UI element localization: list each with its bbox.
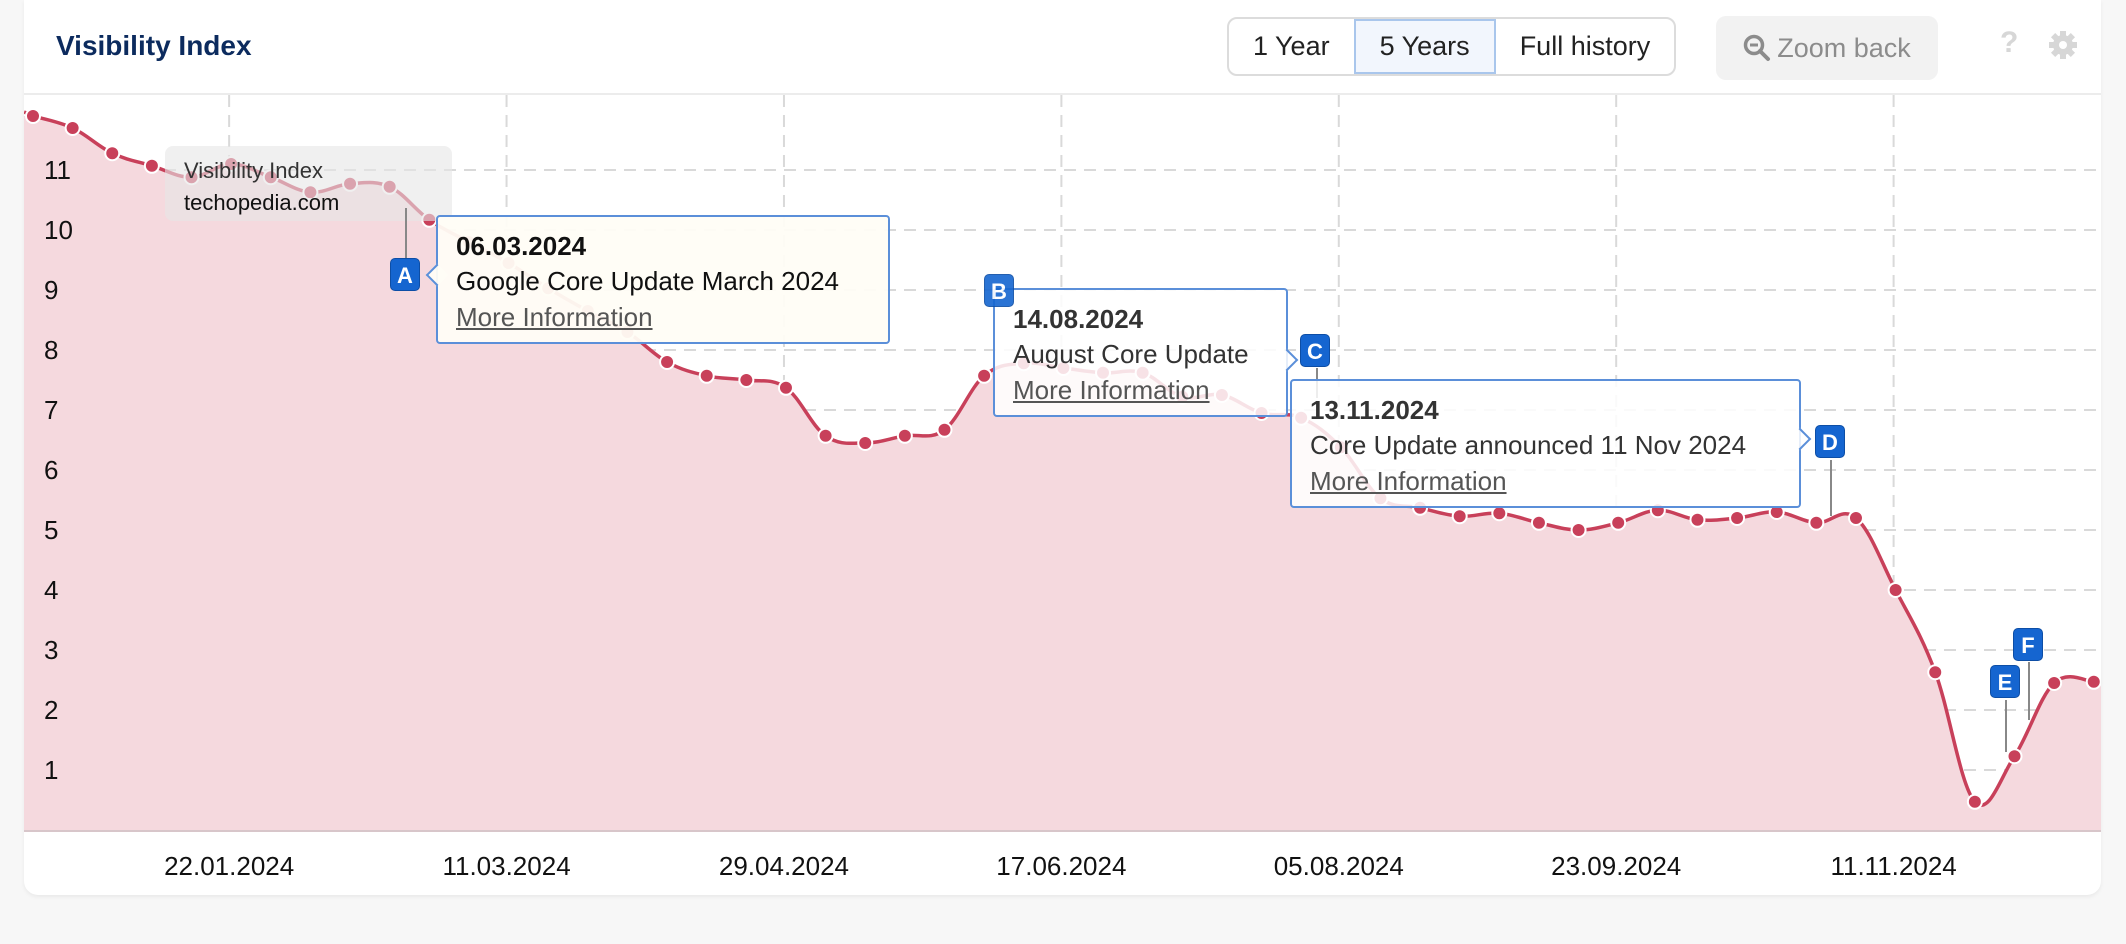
data-point[interactable] (2006, 748, 2023, 765)
card-header: Visibility Index 1 Year 5 Years Full his… (24, 0, 2101, 95)
data-point[interactable] (25, 108, 41, 124)
more-information-link[interactable]: More Information (1310, 463, 1781, 499)
flag-f-line (2028, 662, 2030, 720)
zoom-out-icon (1743, 34, 1771, 61)
data-point[interactable] (1887, 582, 1904, 598)
y-tick-label: 6 (44, 455, 58, 485)
data-point[interactable] (1966, 793, 1983, 810)
event-flag-a[interactable]: A (390, 258, 420, 291)
data-point[interactable] (817, 427, 834, 444)
y-tick-label: 8 (44, 335, 58, 365)
y-tick-label: 3 (44, 635, 58, 665)
data-point[interactable] (936, 421, 953, 438)
question-icon[interactable]: ? (2000, 26, 2018, 60)
data-point[interactable] (1808, 514, 1825, 531)
data-point[interactable] (1729, 510, 1746, 526)
event-flag-c[interactable]: C (1300, 334, 1330, 367)
data-point[interactable] (857, 435, 874, 451)
data-point[interactable] (1570, 522, 1587, 538)
data-point[interactable] (1847, 510, 1864, 526)
zoom-back-label: Zoom back (1777, 32, 1911, 63)
y-tick-label: 7 (44, 395, 58, 425)
event-flag-f[interactable]: F (2013, 628, 2043, 661)
x-axis-ticks: 22.01.2024 11.03.2024 29.04.2024 17.06.2024… (164, 851, 1957, 881)
data-point[interactable] (104, 145, 121, 162)
visibility-index-card: Visibility Index 1 Year 5 Years Full his… (24, 0, 2101, 895)
range-full-history-button[interactable]: Full history (1496, 19, 1675, 74)
y-tick-label: 10 (44, 215, 73, 245)
event-flag-d[interactable]: D (1815, 425, 1845, 458)
x-tick-label: 11.03.2024 (442, 851, 570, 881)
y-tick-label: 2 (44, 695, 58, 725)
y-tick-label: 4 (44, 575, 58, 605)
event-name: Core Update announced 11 Nov 2024 (1310, 430, 1747, 460)
data-point[interactable] (143, 157, 160, 174)
data-point[interactable] (698, 367, 715, 384)
data-point[interactable] (777, 379, 794, 396)
gear-icon[interactable] (2048, 30, 2078, 60)
x-tick-label: 05.08.2024 (1274, 851, 1404, 881)
data-point[interactable] (2085, 673, 2101, 690)
legend-series-label: Visibility Index (184, 158, 323, 183)
y-tick-label: 11 (44, 155, 71, 185)
data-point[interactable] (64, 120, 81, 136)
x-tick-label: 29.04.2024 (719, 851, 849, 881)
event-name: August Core Update (1013, 339, 1249, 369)
data-point[interactable] (738, 372, 755, 388)
legend-domain: techopedia.com (184, 190, 340, 215)
event-date: 13.11.2024 (1310, 395, 1439, 425)
flag-a-line (405, 208, 407, 258)
event-tooltip-a: 06.03.2024 Google Core Update March 2024… (425, 215, 890, 344)
data-point[interactable] (1491, 505, 1508, 522)
range-5-years-button[interactable]: 5 Years (1353, 19, 1496, 74)
x-tick-label: 17.06.2024 (996, 851, 1126, 881)
more-information-link[interactable]: More Information (1013, 372, 1268, 408)
data-point[interactable] (896, 427, 913, 444)
event-flag-e[interactable]: E (1990, 665, 2020, 698)
series-legend: Visibility Index techopedia.com (165, 146, 452, 221)
event-tooltip-b: 14.08.2024 August Core Update More Infor… (993, 288, 1299, 417)
range-1-year-button[interactable]: 1 Year (1229, 19, 1354, 74)
zoom-back-button[interactable]: Zoom back (1716, 16, 1938, 80)
y-tick-label: 9 (44, 275, 58, 305)
event-date: 14.08.2024 (1013, 304, 1144, 334)
data-point[interactable] (1610, 514, 1627, 531)
y-tick-label: 5 (44, 515, 58, 545)
range-button-group: 1 Year 5 Years Full history (1227, 17, 1677, 76)
flag-e-line (2005, 700, 2007, 752)
flag-d-line (1830, 460, 1832, 516)
y-tick-label: 1 (44, 755, 58, 785)
event-tooltip-c: 13.11.2024 Core Update announced 11 Nov … (1290, 379, 1812, 508)
x-tick-label: 22.01.2024 (164, 851, 294, 881)
data-point[interactable] (976, 367, 993, 384)
card-title: Visibility Index (56, 30, 252, 61)
data-point[interactable] (1927, 664, 1944, 681)
more-information-link[interactable]: More Information (456, 299, 870, 335)
event-date: 06.03.2024 (456, 231, 587, 261)
x-tick-label: 11.11.2024 (1830, 851, 1956, 881)
data-point[interactable] (2046, 675, 2063, 691)
x-tick-label: 23.09.2024 (1551, 851, 1681, 881)
data-point[interactable] (1451, 508, 1468, 525)
data-point[interactable] (1530, 514, 1547, 531)
event-flag-b[interactable]: B (984, 274, 1014, 307)
data-point[interactable] (1689, 511, 1706, 528)
event-name: Google Core Update March 2024 (456, 266, 840, 296)
data-point[interactable] (659, 354, 676, 370)
